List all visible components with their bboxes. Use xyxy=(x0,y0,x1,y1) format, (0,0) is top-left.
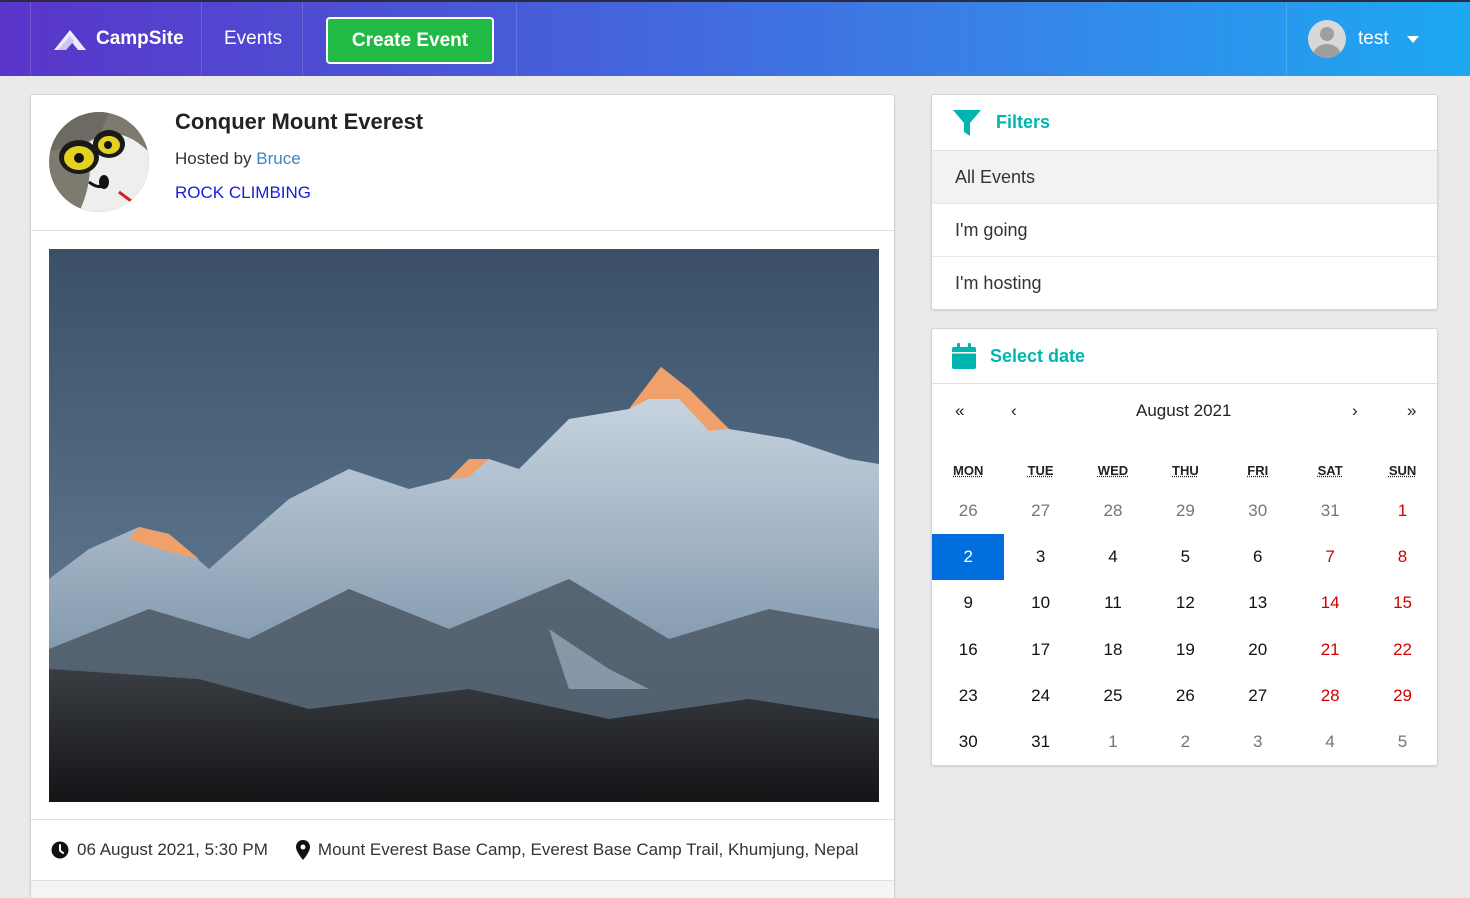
filters-header: Filters xyxy=(932,95,1437,151)
weekday-label: SAT xyxy=(1317,463,1343,478)
weekday-label: WED xyxy=(1097,463,1129,478)
calendar-day[interactable]: 13 xyxy=(1222,580,1294,626)
calendar-day[interactable]: 6 xyxy=(1222,534,1294,580)
event-photo xyxy=(49,249,879,802)
event-datetime-text: 06 August 2021, 5:30 PM xyxy=(77,840,268,859)
filter-icon xyxy=(953,109,981,136)
calendar-day[interactable]: 22 xyxy=(1366,627,1438,673)
prev-month-button[interactable]: ‹ xyxy=(1011,401,1017,421)
user-avatar xyxy=(1308,20,1346,58)
map-marker-icon xyxy=(295,840,310,860)
brand-name: CampSite xyxy=(96,28,184,49)
prev-year-button[interactable]: « xyxy=(955,401,964,421)
event-category: ROCK CLIMBING xyxy=(175,183,312,202)
calendar-day[interactable]: 31 xyxy=(1004,719,1076,765)
calendar-day[interactable]: 16 xyxy=(932,627,1004,673)
calendar-day[interactable]: 29 xyxy=(1149,488,1221,534)
calendar-day[interactable]: 26 xyxy=(932,488,1004,534)
calendar-day[interactable]: 27 xyxy=(1004,488,1076,534)
calendar-day[interactable]: 25 xyxy=(1077,673,1149,719)
calendar-icon xyxy=(952,343,976,369)
calendar-day[interactable]: 28 xyxy=(1077,488,1149,534)
event-meta-row: 06 August 2021, 5:30 PM Mount Everest Ba… xyxy=(31,819,894,881)
weekday-header: MON TUE WED THU FRI SAT SUN xyxy=(932,463,1437,478)
calendar-day[interactable]: 26 xyxy=(1149,673,1221,719)
create-event-button[interactable]: Create Event xyxy=(326,17,494,64)
filters-card: Filters All Events I'm going I'm hosting xyxy=(931,94,1438,310)
user-name: test xyxy=(1358,28,1389,49)
hosted-by: Hosted by Bruce xyxy=(175,149,301,169)
calendar-day[interactable]: 3 xyxy=(1222,719,1294,765)
calendar-day[interactable]: 5 xyxy=(1149,534,1221,580)
calendar-day[interactable]: 8 xyxy=(1366,534,1438,580)
event-card-footer xyxy=(31,881,894,898)
next-month-button[interactable]: › xyxy=(1352,401,1358,421)
host-avatar[interactable] xyxy=(49,112,149,212)
top-navbar: CampSite Events Create Event test xyxy=(0,0,1470,76)
hosted-by-prefix: Hosted by xyxy=(175,149,257,168)
calendar-day[interactable]: 7 xyxy=(1294,534,1366,580)
calendar-day[interactable]: 10 xyxy=(1004,580,1076,626)
calendar-day[interactable]: 24 xyxy=(1004,673,1076,719)
calendar-day[interactable]: 28 xyxy=(1294,673,1366,719)
event-title[interactable]: Conquer Mount Everest xyxy=(175,109,423,135)
calendar-header: Select date xyxy=(932,329,1437,384)
filter-im-going[interactable]: I'm going xyxy=(932,204,1437,257)
next-year-button[interactable]: » xyxy=(1407,401,1416,421)
weekday-label: TUE xyxy=(1027,463,1054,478)
calendar-days-grid: 26 27 28 29 30 31 1 2 3 4 5 6 7 8 9 10 11 12 13 14 15 16 17 18 1… xyxy=(932,488,1437,765)
calendar-day[interactable]: 3 xyxy=(1004,534,1076,580)
calendar-day[interactable]: 9 xyxy=(932,580,1004,626)
calendar-day[interactable]: 27 xyxy=(1222,673,1294,719)
calendar-title: Select date xyxy=(990,345,1086,366)
brand-link[interactable]: CampSite xyxy=(52,2,184,76)
calendar-day[interactable]: 29 xyxy=(1366,673,1438,719)
filter-im-hosting[interactable]: I'm hosting xyxy=(932,257,1437,310)
host-avatar-image xyxy=(49,112,149,212)
event-header: Conquer Mount Everest Hosted by Bruce RO… xyxy=(31,95,894,231)
calendar-day[interactable]: 12 xyxy=(1149,580,1221,626)
filters-title: Filters xyxy=(996,112,1051,132)
calendar-day[interactable]: 19 xyxy=(1149,627,1221,673)
calendar-day[interactable]: 15 xyxy=(1366,580,1438,626)
weekday-label: SUN xyxy=(1388,463,1417,478)
calendar-day[interactable]: 18 xyxy=(1077,627,1149,673)
mountain-photo-image xyxy=(49,249,879,802)
calendar-day[interactable]: 1 xyxy=(1077,719,1149,765)
calendar-day[interactable]: 30 xyxy=(932,719,1004,765)
calendar-day[interactable]: 4 xyxy=(1294,719,1366,765)
weekday-label: FRI xyxy=(1247,463,1269,478)
calendar-day[interactable]: 5 xyxy=(1366,719,1438,765)
calendar-nav: « ‹ August 2021 › » xyxy=(932,384,1437,440)
campsite-logo-icon xyxy=(54,30,86,50)
calendar-day[interactable]: 21 xyxy=(1294,627,1366,673)
user-menu[interactable]: test xyxy=(1308,2,1419,76)
calendar-card: Select date « ‹ August 2021 › » MON TUE WE… xyxy=(931,328,1438,766)
month-label-button[interactable]: August 2021 xyxy=(1136,401,1231,421)
calendar-day[interactable]: 2 xyxy=(932,534,1005,581)
calendar-day[interactable]: 1 xyxy=(1366,488,1438,534)
calendar-day[interactable]: 2 xyxy=(1149,719,1221,765)
clock-icon xyxy=(51,841,69,859)
nav-events-link[interactable]: Events xyxy=(224,2,282,76)
weekday-label: MON xyxy=(953,463,984,478)
calendar-day[interactable]: 4 xyxy=(1077,534,1149,580)
calendar-day[interactable]: 23 xyxy=(932,673,1004,719)
calendar-day[interactable]: 31 xyxy=(1294,488,1366,534)
calendar-day[interactable]: 20 xyxy=(1222,627,1294,673)
calendar-day[interactable]: 17 xyxy=(1004,627,1076,673)
host-link[interactable]: Bruce xyxy=(256,149,300,168)
calendar-day[interactable]: 30 xyxy=(1222,488,1294,534)
event-datetime: 06 August 2021, 5:30 PM xyxy=(51,840,268,860)
event-location-text: Mount Everest Base Camp, Everest Base Ca… xyxy=(317,840,859,859)
weekday-label: THU xyxy=(1172,463,1199,478)
event-location: Mount Everest Base Camp, Everest Base Ca… xyxy=(295,840,859,860)
dropdown-caret-icon xyxy=(1406,35,1419,43)
calendar-day[interactable]: 11 xyxy=(1077,580,1149,626)
filter-all-events[interactable]: All Events xyxy=(932,151,1437,204)
calendar-day[interactable]: 14 xyxy=(1294,580,1366,626)
event-card: Conquer Mount Everest Hosted by Bruce RO… xyxy=(30,94,895,898)
